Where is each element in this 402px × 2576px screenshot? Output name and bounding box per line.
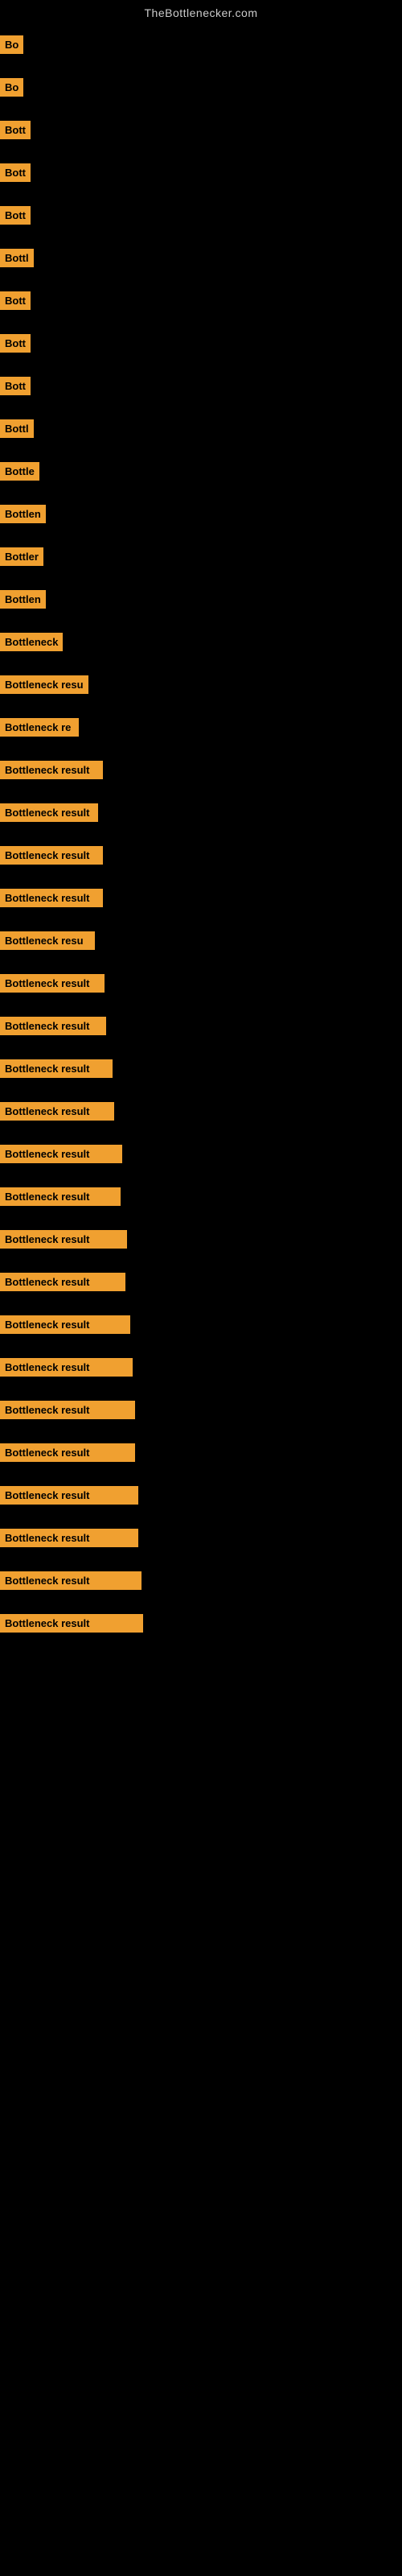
list-item: Bott [0,329,402,357]
bottleneck-result-label: Bottleneck result [0,1273,125,1291]
site-title: TheBottlenecker.com [0,0,402,23]
bottleneck-result-label: Bott [0,163,31,182]
bottleneck-result-label: Bottleneck result [0,1187,121,1206]
bottleneck-result-label: Bottleneck result [0,1614,143,1633]
bottleneck-result-label: Bott [0,121,31,139]
list-item: Bottleneck result [0,1055,402,1083]
list-item: Bottleneck result [0,1225,402,1253]
list-item: Bottleneck result [0,799,402,827]
list-item: Bottleneck result [0,1439,402,1467]
bottleneck-result-label: Bo [0,35,23,54]
list-item: Bottlen [0,500,402,528]
list-item: Bottleneck result [0,1396,402,1424]
bottleneck-result-label: Bottleneck result [0,1102,114,1121]
bottleneck-result-label: Bottl [0,419,34,438]
list-item: Bo [0,31,402,59]
list-item: Bottleneck result [0,1268,402,1296]
bottleneck-result-label: Bottleneck result [0,1230,127,1249]
bottleneck-result-label: Bottleneck result [0,1315,130,1334]
list-item: Bottleneck result [0,1311,402,1339]
bottleneck-result-label: Bottleneck result [0,1443,135,1462]
list-item: Bottleneck result [0,1481,402,1509]
list-item: Bottleneck re [0,713,402,741]
list-item: Bott [0,116,402,144]
bottleneck-result-label: Bott [0,377,31,395]
bottleneck-result-label: Bottleneck resu [0,931,95,950]
bottleneck-result-label: Bottleneck result [0,1571,142,1590]
list-item: Bottleneck result [0,884,402,912]
list-item: Bottleneck result [0,969,402,997]
bottleneck-result-label: Bottleneck re [0,718,79,737]
bottleneck-result-label: Bott [0,206,31,225]
list-item: Bottleneck result [0,1524,402,1552]
bottleneck-result-label: Bottleneck [0,633,63,651]
bottleneck-result-label: Bottleneck result [0,974,105,993]
list-item: Bottl [0,415,402,443]
list-item: Bottleneck result [0,1609,402,1637]
bottleneck-result-label: Bottleneck resu [0,675,88,694]
list-item: Bottleneck result [0,1353,402,1381]
list-item: Bottleneck resu [0,671,402,699]
bottleneck-result-label: Bottler [0,547,43,566]
list-item: Bottleneck result [0,1140,402,1168]
list-item: Bott [0,287,402,315]
list-item: Bottleneck [0,628,402,656]
bottleneck-result-label: Bottleneck result [0,803,98,822]
bottleneck-result-label: Bottl [0,249,34,267]
list-item: Bo [0,73,402,101]
bottleneck-result-label: Bottleneck result [0,846,103,865]
items-container: Bo Bo Bott Bott Bott Bottl Bott Bott Bott Bottl Bo… [0,23,402,1660]
bottleneck-result-label: Bottleneck result [0,1059,113,1078]
list-item: Bottler [0,543,402,571]
bottleneck-result-label: Bottlen [0,590,46,609]
bottleneck-result-label: Bottleneck result [0,1401,135,1419]
bottleneck-result-label: Bottleneck result [0,1017,106,1035]
list-item: Bottleneck resu [0,927,402,955]
list-item: Bottleneck result [0,1567,402,1595]
list-item: Bottleneck result [0,1183,402,1211]
list-item: Bott [0,159,402,187]
bottleneck-result-label: Bottleneck result [0,1145,122,1163]
list-item: Bottleneck result [0,756,402,784]
bottleneck-result-label: Bottle [0,462,39,481]
list-item: Bott [0,372,402,400]
bottleneck-result-label: Bott [0,291,31,310]
bottleneck-result-label: Bottleneck result [0,761,103,779]
list-item: Bottleneck result [0,841,402,869]
list-item: Bottlen [0,585,402,613]
bottleneck-result-label: Bott [0,334,31,353]
bottleneck-result-label: Bottleneck result [0,1529,138,1547]
bottleneck-result-label: Bottleneck result [0,889,103,907]
bottleneck-result-label: Bottlen [0,505,46,523]
list-item: Bottle [0,457,402,485]
list-item: Bottl [0,244,402,272]
list-item: Bottleneck result [0,1012,402,1040]
list-item: Bottleneck result [0,1097,402,1125]
bottleneck-result-label: Bottleneck result [0,1486,138,1505]
bottleneck-result-label: Bottleneck result [0,1358,133,1377]
bottleneck-result-label: Bo [0,78,23,97]
list-item: Bott [0,201,402,229]
